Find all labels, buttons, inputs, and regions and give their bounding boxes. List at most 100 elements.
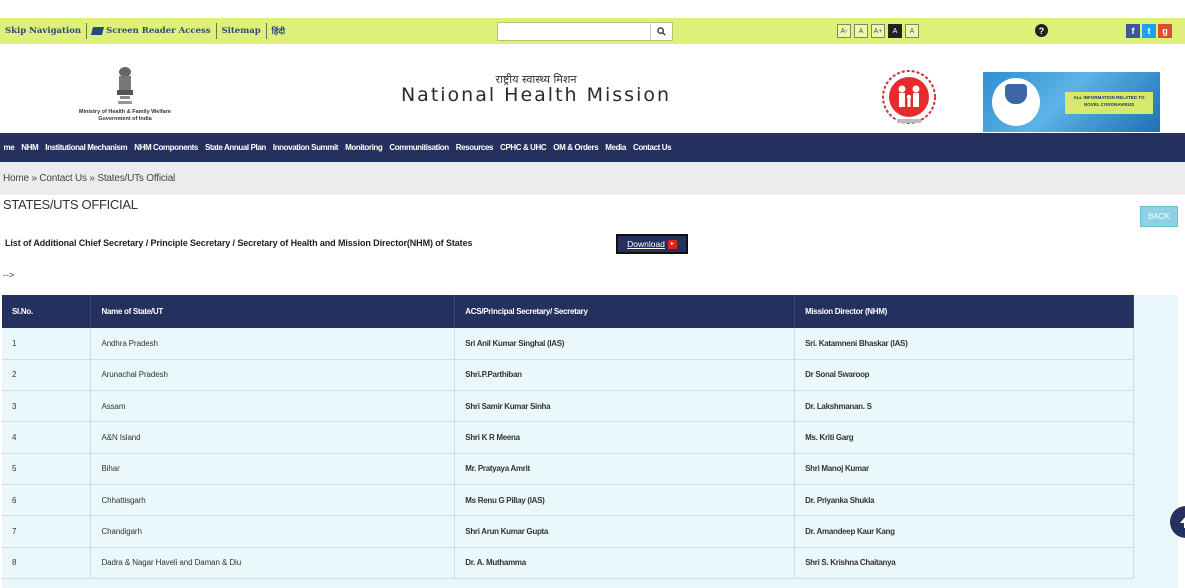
table-row: 4 A&N Island Shri K R Meena Ms. Kriti Ga… — [2, 421, 1134, 454]
cell-mission-director: Shri S. Krishna Chaitanya — [794, 547, 1134, 579]
nav-item-contact-us[interactable]: Contact Us — [629, 143, 674, 152]
cell-state: Arunachal Pradesh — [90, 359, 456, 392]
pdf-icon: ▸ — [667, 239, 677, 249]
contrast-dark-button[interactable]: A — [888, 24, 902, 38]
download-button[interactable]: Download ▸ — [616, 234, 688, 254]
coronavirus-banner[interactable]: ALL INFORMATION RELATED TO NOVEL CORONAV… — [983, 72, 1160, 132]
screen-reader-icon — [90, 26, 105, 35]
nav-item-innovation-summit[interactable]: Innovation Summit — [269, 143, 341, 152]
page-title: STATES/UTS OFFICIAL — [3, 197, 138, 212]
sitemap-link[interactable]: Sitemap — [217, 26, 266, 36]
column-header-sl-no: Sl.No. — [2, 295, 92, 328]
officials-table-container: Sl.No. Name of State/UT ACS/Principal Se… — [2, 295, 1178, 588]
cell-sl-no: 7 — [2, 515, 92, 548]
screen-reader-link[interactable]: Screen Reader Access — [87, 26, 215, 36]
download-label: Download — [627, 239, 665, 249]
nav-item-institutional-mechanism[interactable]: Institutional Mechanism — [42, 143, 131, 152]
table-row: 2 Arunachal Pradesh Shri.P.Parthiban Dr … — [2, 359, 1134, 392]
table-row: 7 Chandigarh Shri Arun Kumar Gupta Dr. A… — [2, 515, 1134, 548]
cell-state: Dadra & Nagar Haveli and Daman & Diu — [90, 547, 456, 579]
cell-state: Chhattisgarh — [90, 484, 456, 517]
cell-mission-director: Dr. Lakshmanan. S — [794, 390, 1134, 423]
column-header-secretary: ACS/Principal Secretary/ Secretary — [454, 295, 796, 328]
nav-item-om-orders[interactable]: OM & Orders — [550, 143, 602, 152]
cell-secretary: Shri Arun Kumar Gupta — [454, 515, 796, 548]
main-navigation: me NHM Institutional Mechanism NHM Compo… — [0, 133, 1185, 162]
government-name: Government of India — [98, 116, 152, 122]
cell-sl-no: 8 — [2, 547, 92, 579]
column-header-state: Name of State/UT — [90, 295, 456, 328]
ministry-label: Ministry of Health & Family Welfare Gove… — [60, 109, 190, 123]
table-row: 3 Assam Shri Samir Kumar Sinha Dr. Laksh… — [2, 390, 1134, 423]
cell-secretary: Shri K R Meena — [454, 421, 796, 454]
cell-secretary: Ms Renu G Pillay (IAS) — [454, 484, 796, 517]
cell-mission-director: Dr. Amandeep Kaur Kang — [794, 515, 1134, 548]
nhm-logo[interactable] — [877, 69, 941, 133]
cell-mission-director: Shri Manoj Kumar — [794, 453, 1134, 485]
font-size-controls: A- A A+ A A — [837, 24, 919, 38]
cell-sl-no: 6 — [2, 484, 92, 517]
hindi-link[interactable]: हिंदी — [267, 26, 290, 37]
banner-label: ALL INFORMATION RELATED TO NOVEL CORONAV… — [1065, 92, 1153, 114]
search-input[interactable] — [498, 23, 650, 40]
search-button[interactable] — [650, 23, 672, 40]
search-icon — [657, 27, 666, 36]
font-decrease-button[interactable]: A- — [837, 24, 851, 38]
table-row: 5 Bihar Mr. Pratyaya Amrit Shri Manoj Ku… — [2, 453, 1134, 485]
nav-item-nhm-components[interactable]: NHM Components — [131, 143, 202, 152]
cell-mission-director: Ms. Kriti Garg — [794, 421, 1134, 454]
search-box — [497, 22, 673, 41]
site-title[interactable]: National Health Mission — [395, 84, 677, 106]
nav-item-state-annual-plan[interactable]: State Annual Plan — [201, 143, 269, 152]
cell-state: A&N Island — [90, 421, 456, 454]
stray-text: --> — [3, 270, 15, 280]
cell-sl-no: 4 — [2, 421, 92, 454]
cell-secretary: Dr. A. Muthamma — [454, 547, 796, 579]
table-row: 6 Chhattisgarh Ms Renu G Pillay (IAS) Dr… — [2, 484, 1134, 517]
utility-links: Skip Navigation Screen Reader Access Sit… — [0, 18, 290, 44]
cell-mission-director: Dr Sonal Swaroop — [794, 359, 1134, 392]
national-emblem-logo[interactable] — [112, 66, 138, 106]
site-header: Ministry of Health & Family Welfare Gove… — [0, 44, 1185, 133]
cell-mission-director: Sri. Katamneni Bhaskar (IAS) — [794, 328, 1134, 360]
font-normal-button[interactable]: A — [854, 24, 868, 38]
social-links: f t g — [1126, 24, 1172, 38]
contrast-light-button[interactable]: A — [905, 24, 919, 38]
nav-item-cphc-uhc[interactable]: CPHC & UHC — [497, 143, 550, 152]
arrow-up-icon — [1180, 517, 1185, 528]
cell-sl-no: 1 — [2, 328, 92, 360]
cell-secretary: Sri Anil Kumar Singhal (IAS) — [454, 328, 796, 360]
cell-state: Assam — [90, 390, 456, 423]
ministry-name: Ministry of Health & Family Welfare — [79, 109, 171, 115]
nav-item-communitisation[interactable]: Communitisation — [386, 143, 452, 152]
nav-item-home[interactable]: me — [0, 143, 18, 152]
cell-state: Andhra Pradesh — [90, 328, 456, 360]
table-header-row: Sl.No. Name of State/UT ACS/Principal Se… — [2, 295, 1134, 328]
nav-item-resources[interactable]: Resources — [452, 143, 496, 152]
cell-secretary: Mr. Pratyaya Amrit — [454, 453, 796, 485]
question-icon[interactable]: ? — [1035, 24, 1048, 37]
twitter-icon[interactable]: t — [1142, 24, 1156, 38]
breadcrumb[interactable]: Home » Contact Us » States/UTs Official — [3, 173, 175, 184]
cell-state: Bihar — [90, 453, 456, 485]
cell-state: Chandigarh — [90, 515, 456, 548]
top-utility-bar: Skip Navigation Screen Reader Access Sit… — [0, 18, 1185, 44]
cell-sl-no: 2 — [2, 359, 92, 392]
cell-sl-no: 5 — [2, 453, 92, 485]
cell-mission-director: Dr. Priyanka Shukla — [794, 484, 1134, 517]
back-button[interactable]: BACK — [1140, 206, 1178, 227]
list-heading: List of Additional Chief Secretary / Pri… — [5, 238, 473, 248]
hand-icon — [1005, 84, 1027, 104]
nav-item-nhm[interactable]: NHM — [18, 143, 42, 152]
nav-item-media[interactable]: Media — [602, 143, 630, 152]
column-header-mission-director: Mission Director (NHM) — [794, 295, 1134, 328]
facebook-icon[interactable]: f — [1126, 24, 1140, 38]
table-row: 8 Dadra & Nagar Haveli and Daman & Diu D… — [2, 547, 1134, 579]
skip-navigation-link[interactable]: Skip Navigation — [0, 26, 86, 36]
font-increase-button[interactable]: A+ — [871, 24, 885, 38]
table-row: 1 Andhra Pradesh Sri Anil Kumar Singhal … — [2, 328, 1134, 360]
breadcrumb-bar: Home » Contact Us » States/UTs Official — [0, 162, 1185, 195]
nav-item-monitoring[interactable]: Monitoring — [342, 143, 386, 152]
googleplus-icon[interactable]: g — [1158, 24, 1172, 38]
cell-secretary: Shri Samir Kumar Sinha — [454, 390, 796, 423]
